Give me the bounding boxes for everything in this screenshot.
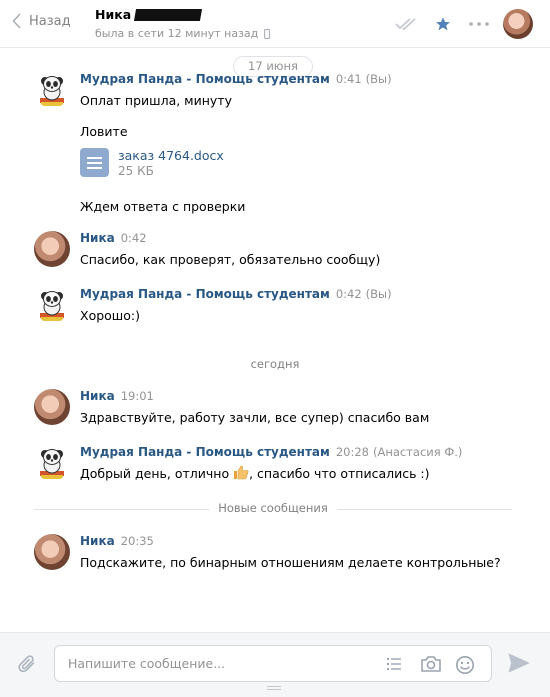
camera-icon — [421, 656, 441, 672]
templates-button[interactable] — [385, 655, 403, 676]
panda-icon — [40, 291, 64, 321]
message-time[interactable]: 0:42 — [336, 287, 362, 301]
message-author[interactable]: Мудрая Панда - Помощь студентам — [80, 287, 330, 301]
peer-avatar[interactable] — [503, 9, 533, 39]
nika-avatar[interactable] — [34, 534, 70, 570]
message-text: Хорошо:) — [80, 308, 140, 323]
message-sender-note: (Вы) — [365, 287, 392, 301]
message-sender-note: (Вы) — [365, 72, 392, 86]
photo-button[interactable] — [420, 655, 442, 676]
send-icon — [508, 653, 530, 673]
nika-avatar[interactable] — [34, 389, 70, 425]
nika-avatar[interactable] — [34, 231, 70, 267]
message-time[interactable]: 0:42 — [121, 231, 147, 245]
message-input[interactable] — [68, 656, 368, 671]
document-icon — [80, 148, 109, 177]
new-messages-label: Новые сообщения — [209, 501, 337, 515]
panda-avatar[interactable] — [34, 72, 70, 108]
message-author[interactable]: Мудрая Панда - Помощь студентам — [80, 72, 330, 86]
message-author[interactable]: Мудрая Панда - Помощь студентам — [80, 445, 330, 459]
message-time[interactable]: 20:28 — [336, 445, 369, 459]
star-icon — [436, 17, 450, 31]
more-icon — [469, 22, 489, 26]
message-text: Спасибо, как проверят, обязательно сообщ… — [80, 252, 381, 267]
panda-avatar[interactable] — [34, 287, 70, 323]
message-text: Подскажите, по бинарным отношениям делае… — [80, 555, 501, 570]
message-sender-note: (Анастасия Ф.) — [372, 445, 463, 459]
paperclip-icon — [18, 655, 35, 673]
phone-icon — [264, 28, 271, 39]
panda-avatar[interactable] — [34, 445, 70, 481]
resize-handle[interactable] — [267, 686, 281, 690]
document-attachment[interactable]: заказ 4764.docx 25 КБ — [80, 148, 530, 178]
message-author[interactable]: Ника — [80, 231, 115, 245]
emoji-button[interactable] — [455, 655, 475, 678]
more-button[interactable] — [461, 22, 497, 26]
redaction-bar — [134, 8, 203, 21]
mark-read-button[interactable] — [389, 17, 425, 31]
back-label: Назад — [29, 13, 71, 29]
message-author[interactable]: Ника — [80, 389, 115, 403]
message-text-part: Добрый день, отлично — [80, 466, 230, 481]
message-text: Ловите — [80, 124, 128, 139]
peer-info[interactable]: Ника была в сети 12 минут назад — [95, 7, 271, 40]
chevron-left-icon — [12, 13, 21, 29]
attach-button[interactable] — [16, 653, 38, 678]
chat-header: Назад Ника была в сети 12 минут назад — [0, 0, 550, 48]
panda-icon — [40, 449, 64, 479]
message-input-box — [54, 645, 492, 682]
peer-status: была в сети 12 минут назад — [95, 27, 259, 40]
document-name[interactable]: заказ 4764.docx — [118, 148, 224, 163]
message-text-part: , спасибо что отписались :) — [249, 466, 430, 481]
smile-icon — [456, 656, 474, 674]
message-time[interactable]: 20:35 — [121, 534, 154, 548]
double-check-icon — [395, 18, 416, 31]
header-actions — [389, 0, 550, 48]
message-text: Оплат пришла, минуту — [80, 93, 232, 108]
document-size: 25 КБ — [118, 164, 154, 178]
new-messages-divider: Новые сообщения — [34, 500, 512, 518]
message-text: Ждем ответа с проверки — [80, 199, 246, 214]
panda-icon — [40, 76, 64, 106]
peer-name: Ника — [95, 7, 132, 22]
thumbs-up-emoji — [234, 465, 249, 480]
message-author[interactable]: Ника — [80, 534, 115, 548]
message-time[interactable]: 19:01 — [121, 389, 154, 403]
send-button[interactable] — [508, 653, 530, 676]
favorite-button[interactable] — [425, 16, 461, 32]
message-text: Добрый день, отлично , спасибо что отпис… — [80, 465, 530, 482]
list-icon — [387, 658, 401, 670]
message-time[interactable]: 0:41 — [336, 72, 362, 86]
today-divider: сегодня — [250, 357, 300, 371]
message-text: Здравствуйте, работу зачли, все супер) с… — [80, 410, 430, 425]
back-button[interactable]: Назад — [12, 13, 71, 29]
